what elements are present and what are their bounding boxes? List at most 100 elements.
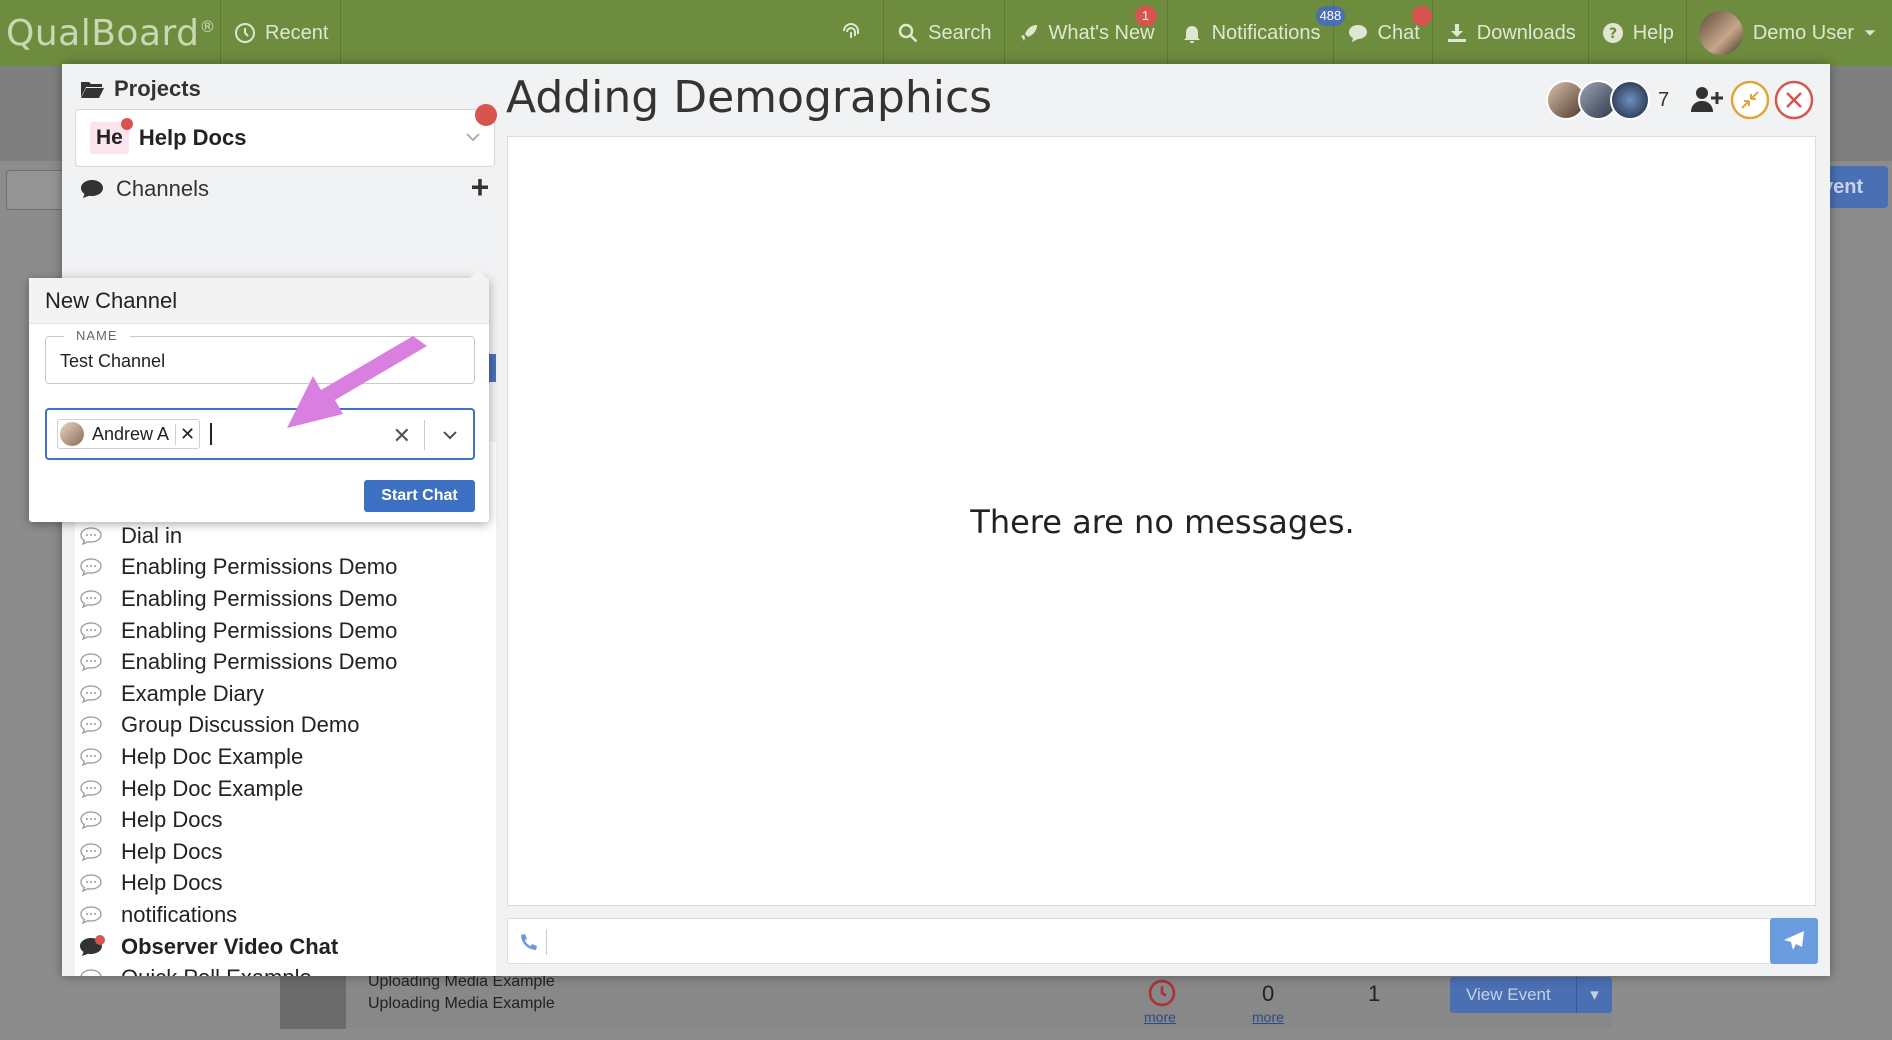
participant-name: Andrew A bbox=[92, 423, 170, 444]
add-user-icon[interactable] bbox=[1687, 80, 1727, 120]
participant-tag: Andrew A ✕ bbox=[57, 419, 201, 449]
background-filter-input bbox=[6, 170, 66, 210]
search-button[interactable]: Search bbox=[884, 0, 1003, 66]
channel-name: Help Doc Example bbox=[121, 743, 304, 769]
start-chat-button[interactable]: Start Chat bbox=[364, 480, 475, 512]
channel-name: Help Doc Example bbox=[121, 775, 304, 801]
chat-alert-dot bbox=[1411, 6, 1432, 26]
channel-list: Dial in Enabling Permissions Demo Enabling… bbox=[75, 442, 496, 976]
channel-list-item[interactable]: Observer Video Chat bbox=[75, 931, 496, 963]
close-icon[interactable] bbox=[1774, 80, 1814, 120]
channel-list-item[interactable]: Quick Poll Example bbox=[75, 962, 496, 976]
selected-channel-indicator bbox=[489, 354, 496, 382]
chat-bubble-icon bbox=[1348, 25, 1367, 42]
channel-list-item[interactable]: notifications bbox=[75, 899, 496, 931]
notifications-button[interactable]: Notifications 488 bbox=[1168, 0, 1346, 66]
chat-bubble-outline-icon bbox=[80, 527, 102, 546]
phone-call-icon[interactable] bbox=[518, 931, 538, 953]
downloads-label: Downloads bbox=[1476, 21, 1576, 44]
chat-bubble-outline-icon bbox=[80, 874, 102, 893]
channels-heading: Channels bbox=[80, 176, 209, 202]
member-count: 7 bbox=[1658, 88, 1670, 111]
channel-name-label: NAME bbox=[64, 328, 130, 343]
chat-button[interactable]: Chat bbox=[1334, 0, 1432, 66]
channel-list-item[interactable]: Group Discussion Demo bbox=[75, 710, 496, 742]
channel-name: Enabling Permissions Demo bbox=[121, 585, 398, 611]
view-event-button: View Event ▾ bbox=[1450, 977, 1612, 1013]
divider bbox=[340, 0, 342, 66]
chat-bubble-outline-icon bbox=[80, 653, 102, 672]
event-subtitle: Uploading Media Example bbox=[368, 995, 555, 1012]
download-icon bbox=[1447, 24, 1466, 42]
chat-bubble-outline-icon bbox=[80, 558, 102, 577]
fingerprint-icon bbox=[843, 23, 860, 38]
top-nav-bar: QualBoard® Recent Search What's New 1 No… bbox=[0, 0, 1892, 66]
new-channel-title: New Channel bbox=[29, 278, 489, 324]
remove-participant-icon[interactable]: ✕ bbox=[175, 423, 195, 445]
channel-name: Enabling Permissions Demo bbox=[121, 649, 398, 675]
event-thumbnail bbox=[280, 973, 346, 1029]
recent-button[interactable]: Recent bbox=[221, 0, 340, 66]
channel-name: Help Docs bbox=[121, 807, 223, 833]
channel-list-item[interactable]: Example Diary bbox=[75, 678, 496, 710]
channel-list-item[interactable]: Help Doc Example bbox=[75, 741, 496, 773]
channel-name: Help Docs bbox=[121, 838, 223, 864]
member-avatar bbox=[1610, 80, 1650, 120]
channel-name: notifications bbox=[121, 901, 238, 927]
channel-name-value[interactable]: Test Channel bbox=[60, 351, 165, 372]
recent-label: Recent bbox=[265, 21, 329, 44]
history-icon bbox=[235, 23, 255, 43]
chat-bubble-outline-icon bbox=[80, 748, 102, 767]
chat-bubble-outline-icon bbox=[80, 779, 102, 798]
rocket-icon bbox=[1020, 25, 1037, 41]
background-event-card: Uploading Media Example Uploading Media … bbox=[280, 972, 1612, 1029]
chat-bubble-outline-icon bbox=[80, 590, 102, 609]
bell-icon bbox=[1183, 26, 1200, 43]
channel-list-item[interactable]: Help Docs bbox=[75, 804, 496, 836]
fingerprint-button[interactable] bbox=[827, 0, 883, 66]
chat-label: Chat bbox=[1377, 21, 1420, 44]
channel-list-item[interactable]: Enabling Permissions Demo bbox=[75, 583, 496, 615]
add-channel-button[interactable]: + bbox=[466, 171, 494, 203]
project-alert-dot bbox=[475, 104, 497, 126]
channel-name: Help Docs bbox=[121, 870, 223, 896]
channel-list-item[interactable]: Enabling Permissions Demo bbox=[75, 552, 496, 584]
message-panel: There are no messages. bbox=[507, 136, 1816, 906]
user-menu[interactable]: Demo User bbox=[1687, 0, 1892, 66]
help-label: Help bbox=[1632, 21, 1674, 44]
count-a: 0 bbox=[1262, 981, 1275, 1006]
empty-messages-text: There are no messages. bbox=[970, 503, 1355, 541]
channel-name: Dial in bbox=[121, 522, 183, 548]
chat-modal: Projects He Help Docs Channels + Dial in… bbox=[29, 64, 1830, 976]
svg-text:?: ? bbox=[1609, 26, 1617, 42]
chat-bubble-outline-icon bbox=[80, 621, 102, 640]
channel-title: Adding Demographics bbox=[506, 72, 993, 123]
app-logo[interactable]: QualBoard® bbox=[0, 13, 220, 54]
chevron-down-icon[interactable] bbox=[441, 426, 459, 444]
channel-list-item[interactable]: Enabling Permissions Demo bbox=[75, 646, 496, 678]
project-select[interactable]: He Help Docs bbox=[75, 109, 495, 167]
chat-bubble-outline-icon bbox=[80, 843, 102, 861]
channel-list-item[interactable]: Dial in bbox=[75, 520, 496, 552]
channel-list-item[interactable]: Help Docs bbox=[75, 836, 496, 868]
project-abbreviation: He bbox=[90, 118, 133, 154]
whats-new-badge: 1 bbox=[1134, 6, 1157, 26]
paper-plane-icon bbox=[1784, 931, 1804, 950]
help-icon: ? bbox=[1602, 23, 1623, 43]
project-name: Help Docs bbox=[138, 125, 247, 150]
channel-members[interactable]: 7 bbox=[1546, 78, 1669, 122]
whats-new-button[interactable]: What's New 1 bbox=[1005, 0, 1167, 66]
alert-dot bbox=[120, 118, 133, 130]
channel-list-item[interactable]: Help Doc Example bbox=[75, 773, 496, 805]
text-cursor bbox=[210, 423, 213, 445]
chat-bubble-outline-icon bbox=[80, 685, 102, 704]
downloads-button[interactable]: Downloads bbox=[1433, 0, 1588, 66]
channel-list-item[interactable]: Enabling Permissions Demo bbox=[75, 615, 496, 647]
chat-bubble-outline-icon bbox=[80, 811, 102, 830]
channel-list-item[interactable]: Help Docs bbox=[75, 868, 496, 900]
help-button[interactable]: ? Help bbox=[1589, 0, 1686, 66]
minimize-icon[interactable] bbox=[1730, 80, 1770, 120]
message-input-bar[interactable] bbox=[507, 918, 1817, 964]
folder-open-icon bbox=[81, 82, 104, 98]
send-button[interactable] bbox=[1770, 918, 1818, 964]
